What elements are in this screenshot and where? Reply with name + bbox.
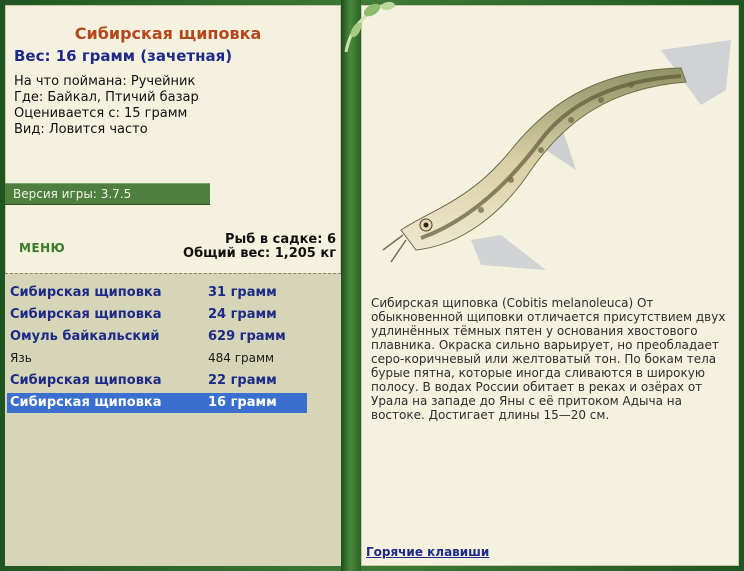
fish-title: Сибирская щиповка [74,24,262,43]
catch-row[interactable]: Сибирская щиповка 22 грамм [7,371,307,391]
catch-row-weight: 629 грамм [208,329,286,344]
catch-row-name: Язь [10,351,32,365]
fish-caught-with: На что поймана: Ручейник [14,74,196,89]
catch-row-name: Сибирская щиповка [10,373,162,388]
catch-row-name: Сибирская щиповка [10,307,162,322]
catch-row-weight: 31 грамм [208,285,277,300]
cage-total-weight: Общий вес: 1,205 кг [183,246,336,261]
catch-row-weight: 22 грамм [208,373,277,388]
catch-row-name: Сибирская щиповка [10,395,162,410]
catch-row-weight: 16 грамм [208,395,277,410]
catch-row-name: Сибирская щиповка [10,285,162,300]
catch-row[interactable]: Сибирская щиповка 31 грамм [7,283,307,303]
catch-row-selected[interactable]: Сибирская щиповка 16 грамм [7,393,307,413]
panel-divider [341,0,361,571]
version-bar: Версия игры: 3.7.5 [5,183,210,205]
catch-list: Сибирская щиповка 31 грамм Сибирская щип… [5,273,341,566]
fish-price: Оценивается с: 15 грамм [14,106,188,121]
fish-location: Где: Байкал, Птичий базар [14,90,199,105]
fish-description: Сибирская щиповка (Cobitis melanoleuca) … [371,296,726,422]
catch-row-weight: 24 грамм [208,307,277,322]
catch-row[interactable]: Омуль байкальский 629 грамм [7,327,307,347]
fish-illustration [382,40,731,270]
catch-row-weight: 484 грамм [208,351,275,365]
catch-row-name: Омуль байкальский [10,329,160,344]
fish-kind: Вид: Ловится часто [14,122,148,137]
hotkeys-link[interactable]: Горячие клавиши [366,545,489,559]
fish-weight: Вес: 16 грамм (зачетная) [14,47,233,65]
catch-row[interactable]: Сибирская щиповка 24 грамм [7,305,307,325]
cage-fish-count: Рыб в садке: 6 [224,232,336,247]
menu-button[interactable]: МЕНЮ [19,241,65,255]
catch-row[interactable]: Язь 484 грамм [7,348,307,368]
